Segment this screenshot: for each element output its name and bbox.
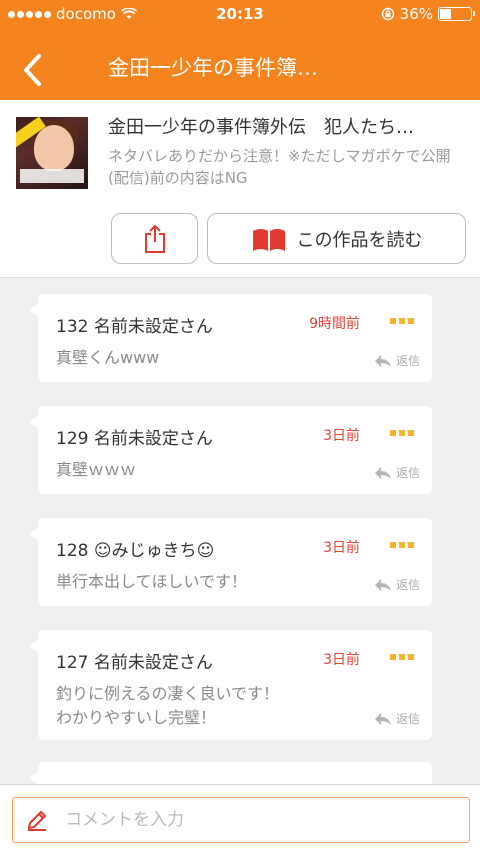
reply-label: 返信 xyxy=(395,712,420,726)
share-icon xyxy=(144,224,165,253)
comment-body: 釣りに例えるの凄く良いです！ わかりやすいし完璧！ xyxy=(56,684,280,727)
status-bar: docomo 20:13 36% xyxy=(0,0,480,28)
more-dot xyxy=(399,318,405,324)
comment-time: 9時間前 xyxy=(309,316,360,332)
comment-body: 単行本出してほしいです！ xyxy=(56,572,248,591)
reply-icon xyxy=(374,354,391,367)
reply-button[interactable]: 返信 xyxy=(373,464,420,481)
battery-icon xyxy=(438,7,475,21)
battery-level xyxy=(440,9,451,19)
reply-icon xyxy=(374,712,391,725)
share-button[interactable] xyxy=(111,213,198,264)
cover-art-logo xyxy=(20,169,84,183)
more-options-button[interactable] xyxy=(390,650,414,664)
more-dot xyxy=(399,542,405,548)
comment-card: 128 ☺みじゅきち☺ 3日前単行本出してほしいです！ 返信 xyxy=(29,518,432,606)
comment-input-box[interactable] xyxy=(12,797,470,843)
reply-label: 返信 xyxy=(395,578,420,592)
more-dot xyxy=(399,654,405,660)
more-dot xyxy=(408,654,414,660)
more-options-button[interactable] xyxy=(390,426,414,440)
read-work-label: この作品を読む xyxy=(296,229,423,251)
chevron-left-icon xyxy=(24,54,41,86)
more-dot xyxy=(399,430,405,436)
pencil-icon xyxy=(28,811,46,831)
comment-time: 3日前 xyxy=(323,540,360,556)
comment-author: 127 名前未設定さん xyxy=(56,653,213,673)
comment-body: 真壁ｗｗｗ xyxy=(56,460,137,479)
signal-strength-icon xyxy=(8,10,51,18)
battery-percent: 36% xyxy=(399,5,433,23)
comment-card: 132 名前未設定さん 9時間前真壁くんwww 返信 xyxy=(29,294,432,382)
page-title: 金田一少年の事件簿… xyxy=(108,56,318,80)
comment-input[interactable] xyxy=(65,810,425,830)
comment-author: 128 ☺みじゅきち☺ xyxy=(56,541,215,561)
reply-button[interactable]: 返信 xyxy=(373,352,420,369)
comment-author: 132 名前未設定さん xyxy=(56,317,213,337)
wifi-icon xyxy=(120,8,137,19)
reply-button[interactable]: 返信 xyxy=(373,710,420,727)
book-icon xyxy=(252,228,285,251)
comment-time: 3日前 xyxy=(323,652,360,668)
read-work-button[interactable]: この作品を読む xyxy=(207,213,466,264)
work-title: 金田一少年の事件簿外伝 犯人たち… xyxy=(108,117,414,138)
work-cover-image[interactable] xyxy=(16,117,88,189)
carrier-info: docomo xyxy=(8,5,381,23)
comment-input-bar xyxy=(0,784,480,854)
more-dot xyxy=(408,318,414,324)
reply-label: 返信 xyxy=(395,466,420,480)
reply-button[interactable]: 返信 xyxy=(373,576,420,593)
more-options-button[interactable] xyxy=(390,538,414,552)
reply-icon xyxy=(374,466,391,479)
work-description: ネタバレありだから注意！※ただしマガポケで公開(配信)前の内容はNG xyxy=(108,147,451,187)
battery-info: 36% xyxy=(381,5,475,23)
more-dot xyxy=(390,654,396,660)
more-options-button[interactable] xyxy=(390,314,414,328)
reply-label: 返信 xyxy=(395,354,420,368)
back-button[interactable] xyxy=(14,50,50,90)
cover-art-face xyxy=(34,125,74,171)
carrier-label: docomo xyxy=(56,5,116,23)
comment-body: 真壁くんwww xyxy=(56,348,160,367)
more-dot xyxy=(390,542,396,548)
app-header: docomo 20:13 36% 金田一少年の事件簿… xyxy=(0,0,480,100)
more-dot xyxy=(408,542,414,548)
more-dot xyxy=(390,318,396,324)
rotation-lock-icon xyxy=(381,7,394,21)
more-dot xyxy=(408,430,414,436)
more-dot xyxy=(390,430,396,436)
comment-card: 129 名前未設定さん 3日前真壁ｗｗｗ 返信 xyxy=(29,406,432,494)
comment-author: 129 名前未設定さん xyxy=(56,429,213,449)
comment-time: 3日前 xyxy=(323,428,360,444)
reply-icon xyxy=(374,578,391,591)
comment-card: 127 名前未設定さん 3日前釣りに例えるの凄く良いです！ わかりやすいし完璧！ 返… xyxy=(29,630,432,740)
